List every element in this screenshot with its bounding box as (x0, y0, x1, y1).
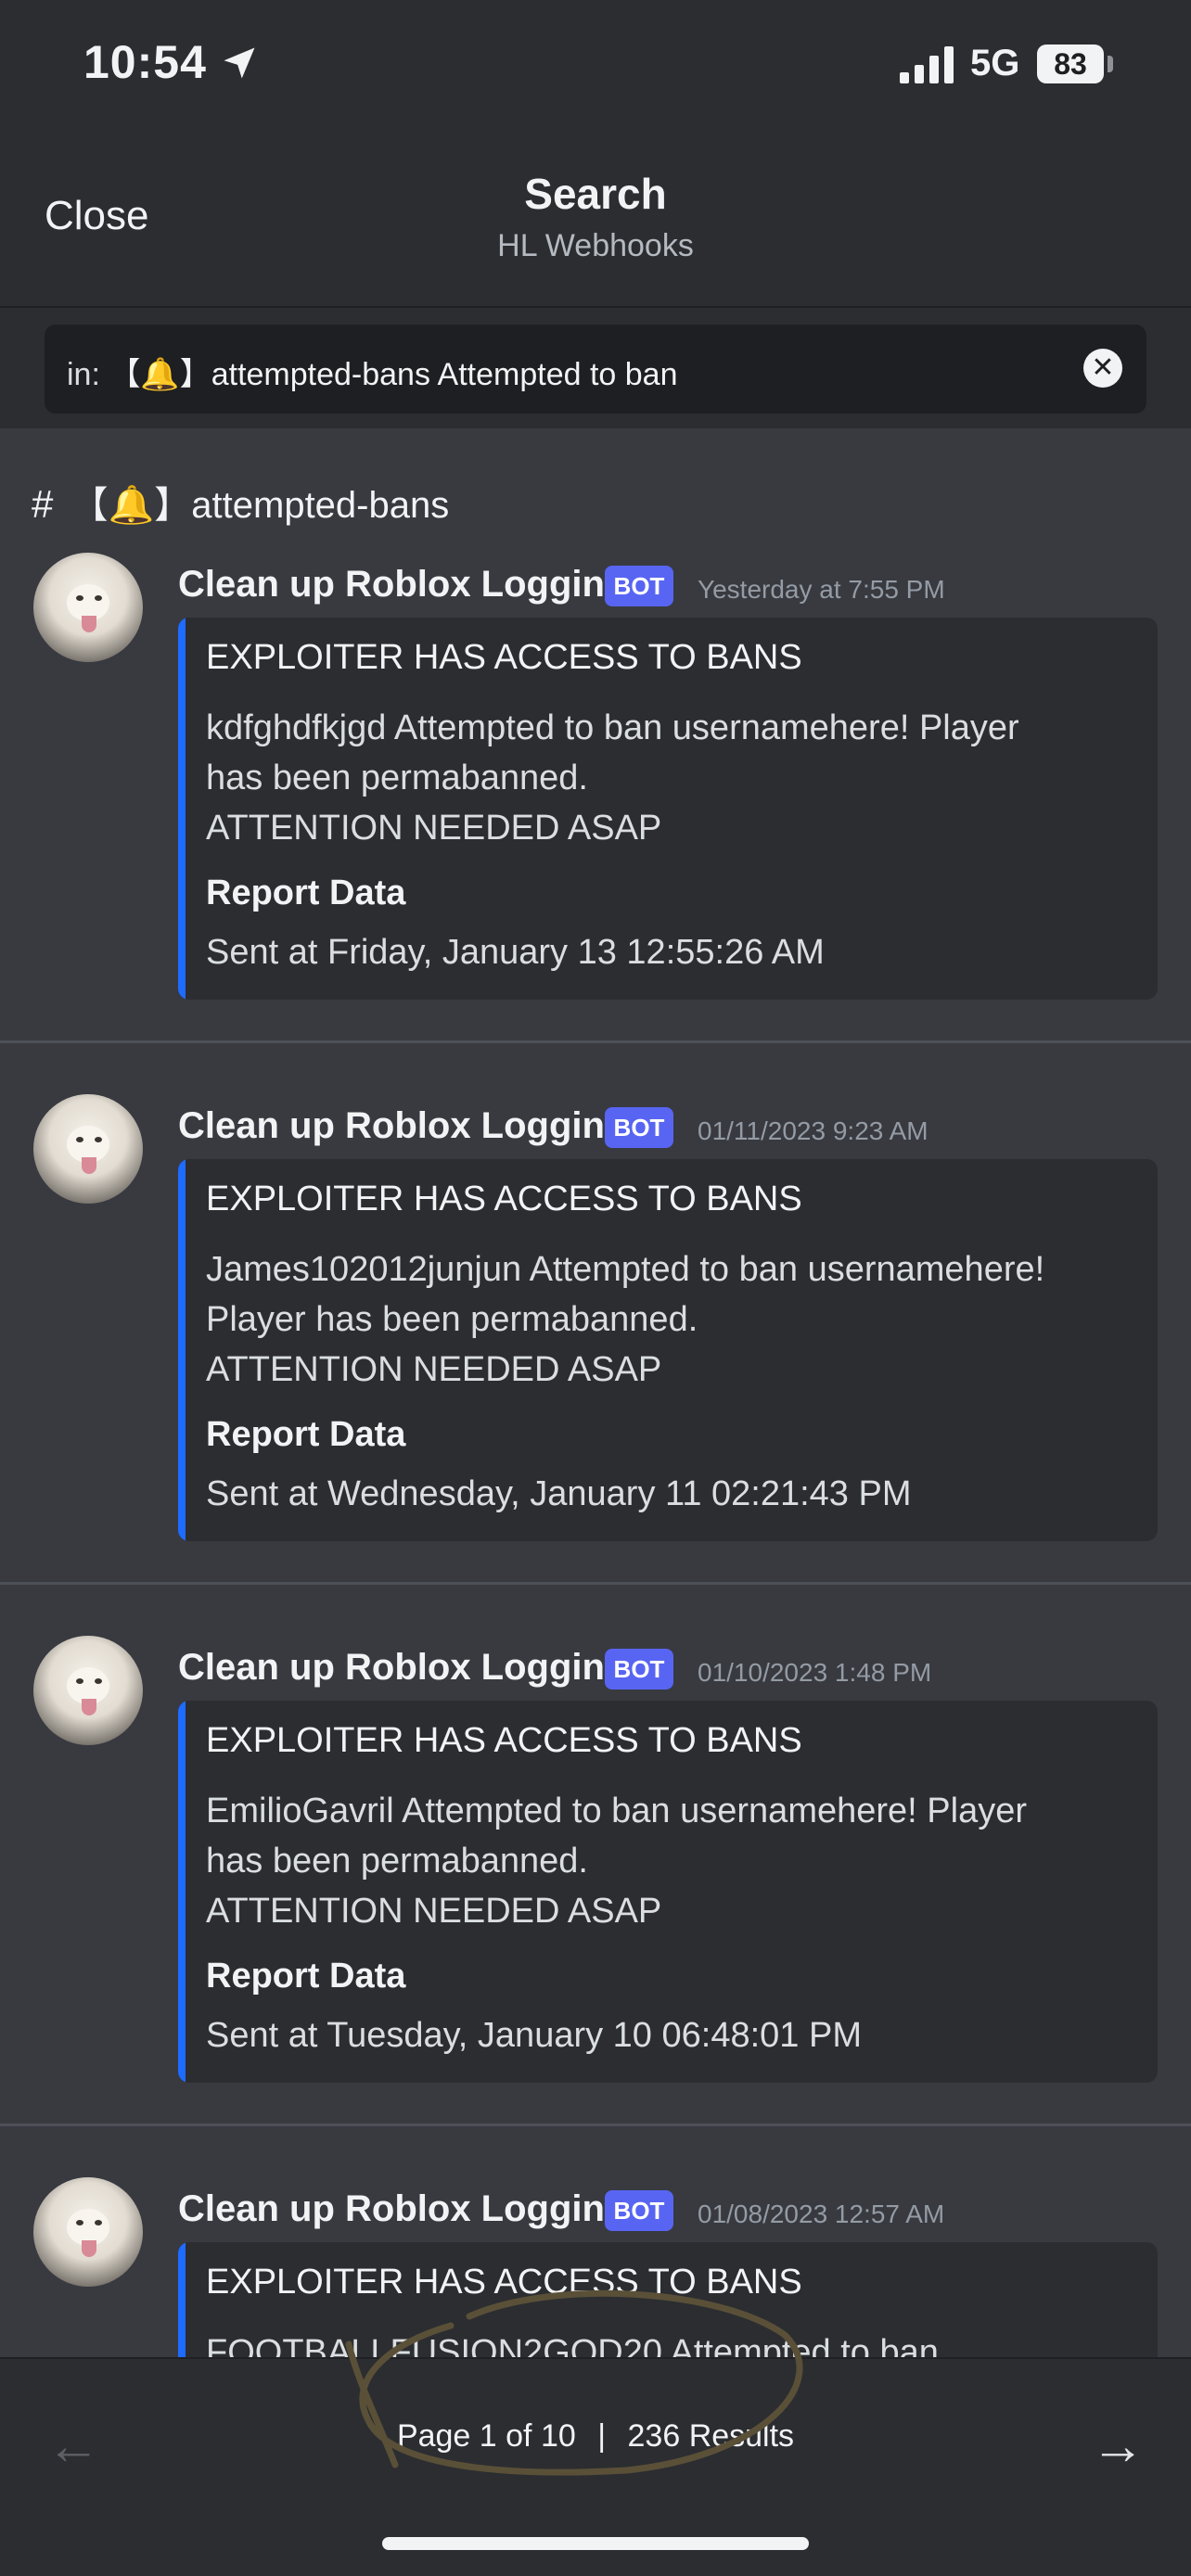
embed-description: James102012junjun Attempted to ban usern… (206, 1244, 1133, 1395)
message-embed: EXPLOITER HAS ACCESS TO BANS EmilioGavri… (178, 1701, 1158, 2083)
avatar[interactable] (33, 2177, 143, 2287)
author-name[interactable]: Clean up Roblox Logging (178, 564, 627, 606)
battery-icon: 83 (1037, 45, 1104, 83)
bot-badge: BOT (605, 566, 673, 606)
embed-field-value: Sent at Wednesday, January 11 02:21:43 P… (206, 1474, 912, 1513)
hand-drawn-circle-annotation (345, 2289, 803, 2476)
message-embed: EXPLOITER HAS ACCESS TO BANS James102012… (178, 1159, 1158, 1541)
status-bar: 10:54 5G 83 (0, 0, 1191, 139)
embed-accent-bar (178, 2242, 186, 2357)
embed-field-name: Report Data (206, 1957, 406, 1996)
channel-header: # 【🔔】attempted-bans (32, 475, 449, 529)
embed-desc-line: ATTENTION NEEDED ASAP (206, 809, 662, 848)
top-bar: 10:54 5G 83 Close Search HL Webhooks in:… (0, 0, 1191, 428)
message-timestamp: Yesterday at 7:55 PM (698, 575, 945, 604)
search-result[interactable]: Clean up Roblox Logging BOT Yesterday at… (0, 553, 1191, 1094)
home-indicator[interactable] (382, 2537, 809, 2550)
status-time: 10:54 (83, 36, 207, 88)
message-timestamp: 01/08/2023 12:57 AM (698, 2200, 945, 2228)
author-name[interactable]: Clean up Roblox Logging (178, 1647, 627, 1689)
search-result[interactable]: Clean up Roblox Logging BOT 01/10/2023 1… (0, 1636, 1191, 2177)
embed-desc-line: has been permabanned. (206, 1842, 588, 1881)
embed-desc-line: ATTENTION NEEDED ASAP (206, 1892, 662, 1931)
page-title: Search (524, 170, 667, 218)
search-result[interactable]: Clean up Roblox Logging BOT 01/11/2023 9… (0, 1094, 1191, 1636)
channel-hash-icon: # (32, 482, 54, 526)
search-screen: 10:54 5G 83 Close Search HL Webhooks in:… (0, 0, 1191, 2576)
embed-description: EmilioGavril Attempted to ban usernamehe… (206, 1786, 1133, 1936)
bot-badge: BOT (605, 1107, 673, 1148)
avatar[interactable] (33, 1636, 143, 1745)
embed-description: kdfghdfkjgd Attempted to ban usernameher… (206, 703, 1133, 853)
search-query: in: 【🔔】attempted-bans Attempted to ban (67, 349, 678, 394)
result-divider (0, 1582, 1191, 1585)
embed-desc-line: has been permabanned. (206, 759, 588, 797)
avatar[interactable] (33, 553, 143, 662)
embed-field-name: Report Data (206, 874, 406, 912)
author-name[interactable]: Clean up Roblox Logging (178, 2188, 627, 2230)
message-embed: EXPLOITER HAS ACCESS TO BANS kdfghdfkjgd… (178, 618, 1158, 1000)
result-divider (0, 2123, 1191, 2126)
embed-accent-bar (178, 1159, 186, 1541)
header-divider (0, 306, 1191, 308)
result-divider (0, 1040, 1191, 1043)
embed-title: EXPLOITER HAS ACCESS TO BANS (206, 1721, 802, 1760)
embed-desc-line: James102012junjun Attempted to ban usern… (206, 1250, 1045, 1289)
location-arrow-icon (224, 47, 255, 79)
cellular-signal-icon (900, 46, 954, 83)
embed-field-value: Sent at Tuesday, January 10 06:48:01 PM (206, 2016, 862, 2055)
header-titles: Search HL Webhooks (0, 169, 1191, 264)
embed-desc-line: EmilioGavril Attempted to ban usernamehe… (206, 1792, 1027, 1830)
embed-desc-line: Player has been permabanned. (206, 1300, 698, 1339)
message-timestamp: 01/10/2023 1:48 PM (698, 1658, 932, 1687)
embed-accent-bar (178, 618, 186, 1000)
avatar[interactable] (33, 1094, 143, 1204)
search-query-text: 【🔔】attempted-bans Attempted to ban (109, 357, 678, 392)
embed-field-value: Sent at Friday, January 13 12:55:26 AM (206, 933, 825, 972)
search-prefix: in: (67, 357, 100, 392)
network-type: 5G (970, 43, 1020, 83)
next-page-arrow-icon[interactable]: → (1091, 2415, 1145, 2477)
battery-nub (1108, 56, 1113, 72)
clear-search-icon[interactable]: ✕ (1083, 349, 1122, 388)
channel-name: 【🔔】attempted-bans (70, 485, 450, 526)
embed-desc-line: kdfghdfkjgd Attempted to ban usernameher… (206, 708, 1019, 747)
embed-title: EXPLOITER HAS ACCESS TO BANS (206, 1180, 802, 1218)
message-timestamp: 01/11/2023 9:23 AM (698, 1116, 928, 1145)
search-input[interactable]: in: 【🔔】attempted-bans Attempted to ban ✕ (45, 325, 1146, 414)
server-name: HL Webhooks (497, 228, 694, 263)
bot-badge: BOT (605, 2190, 673, 2231)
bot-badge: BOT (605, 1649, 673, 1690)
embed-title: EXPLOITER HAS ACCESS TO BANS (206, 638, 802, 677)
embed-accent-bar (178, 1701, 186, 2083)
author-name[interactable]: Clean up Roblox Logging (178, 1105, 627, 1147)
embed-field-name: Report Data (206, 1415, 406, 1454)
embed-desc-line: ATTENTION NEEDED ASAP (206, 1350, 662, 1389)
